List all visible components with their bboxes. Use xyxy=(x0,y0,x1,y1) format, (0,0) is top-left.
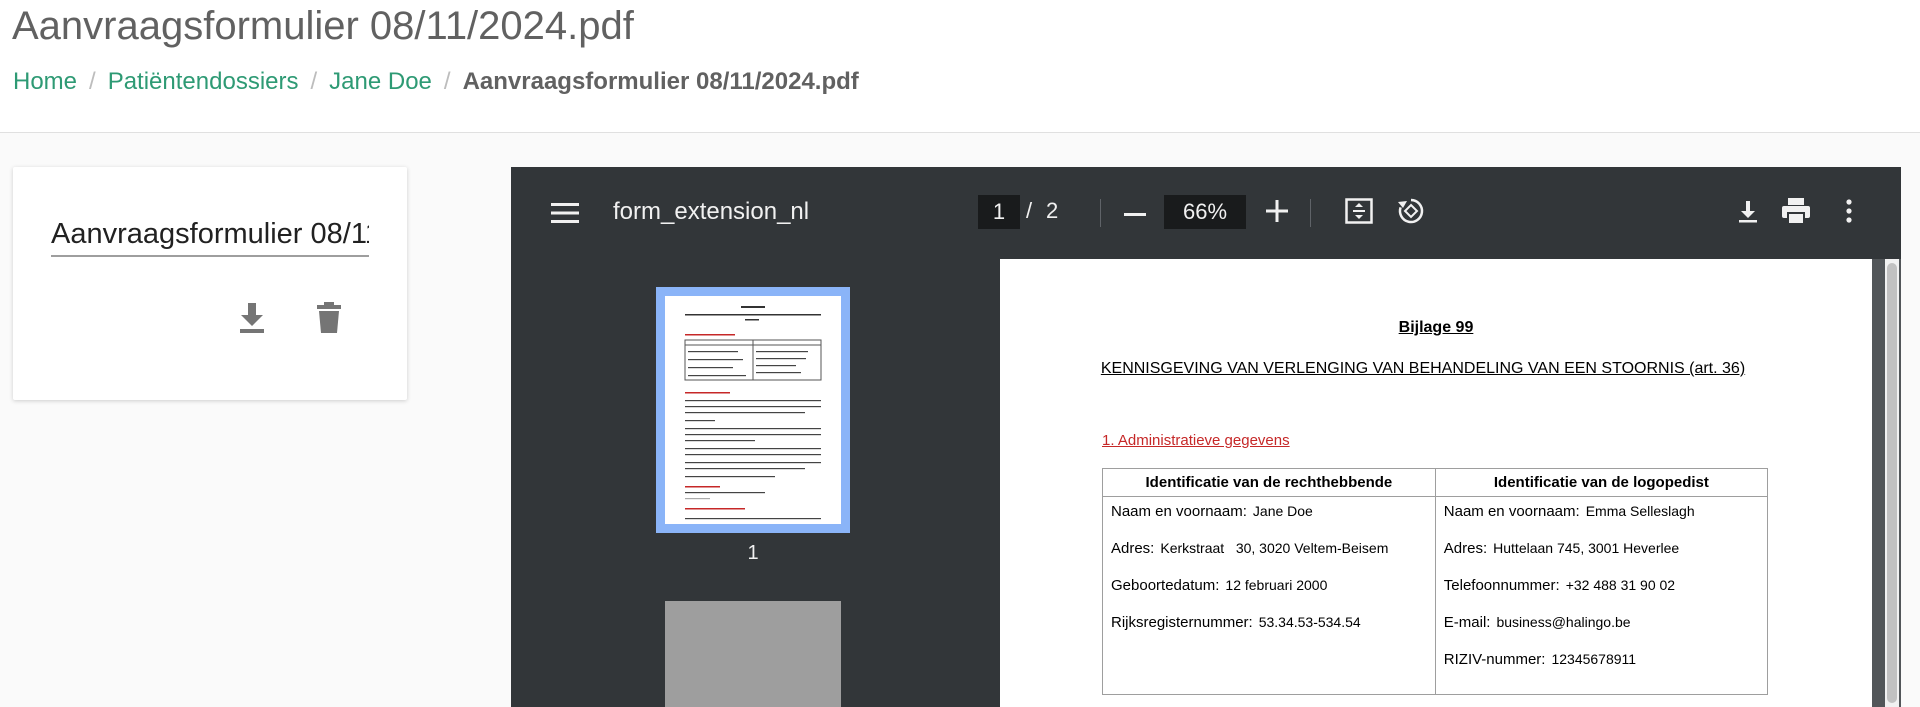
breadcrumb-patient[interactable]: Jane Doe xyxy=(329,68,432,96)
minus-icon xyxy=(1124,204,1146,222)
zoom-level[interactable]: 66% xyxy=(1164,195,1246,229)
breadcrumb: Home / Patiëntendossiers / Jane Doe / Aa… xyxy=(13,68,859,96)
pdf-toolbar: form_extension_nl / 2 66% xyxy=(511,167,1901,259)
scrollbar-thumb[interactable] xyxy=(1887,263,1897,703)
more-vert-icon xyxy=(1846,198,1852,228)
table-row: E-mail: business@halingo.be xyxy=(1443,614,1631,631)
print-button[interactable] xyxy=(1776,193,1816,233)
page-thumbnail-2[interactable] xyxy=(665,601,841,707)
document-page: Bijlage 99 KENNISGEVING VAN VERLENGING V… xyxy=(1000,259,1872,707)
pdf-viewer: form_extension_nl / 2 66% xyxy=(511,167,1901,707)
more-options-button[interactable] xyxy=(1831,193,1867,233)
print-icon xyxy=(1781,197,1811,230)
thumbnail-preview xyxy=(665,296,841,524)
document-heading: KENNISGEVING VAN VERLENGING VAN BEHANDEL… xyxy=(1100,360,1746,377)
table-row: Adres: Kerkstraat 30, 3020 Veltem-Beisem xyxy=(1111,540,1389,557)
table-header-left: Identificatie van de rechthebbende xyxy=(1102,468,1436,497)
download-icon xyxy=(1737,199,1759,228)
trash-icon xyxy=(315,301,343,340)
breadcrumb-current: Aanvraagsformulier 08/11/2024.pdf xyxy=(462,68,859,95)
breadcrumb-home[interactable]: Home xyxy=(13,68,77,96)
breadcrumb-separator: / xyxy=(310,68,318,95)
table-row: RIZIV-nummer: 12345678911 xyxy=(1443,651,1637,668)
document-annex-title: Bijlage 99 xyxy=(1398,319,1474,336)
section-heading: 1. Administratieve gegevens xyxy=(1102,432,1290,449)
download-button[interactable] xyxy=(232,300,272,340)
page-thumbnail[interactable] xyxy=(656,287,850,533)
toolbar-divider xyxy=(1100,199,1101,227)
table-row: Adres: Huttelaan 745, 3001 Heverlee xyxy=(1443,540,1680,557)
breadcrumb-patient-files[interactable]: Patiëntendossiers xyxy=(108,68,299,96)
file-card xyxy=(13,167,407,400)
toolbar-divider xyxy=(1310,199,1311,227)
rotate-button[interactable] xyxy=(1391,193,1431,233)
zoom-out-button[interactable] xyxy=(1117,195,1153,231)
download-icon xyxy=(237,301,267,340)
file-name-input[interactable] xyxy=(51,213,369,257)
identification-table: Identificatie van de rechthebbende Ident… xyxy=(1102,468,1769,695)
thumbnail-content xyxy=(684,306,822,520)
beneficiary-cell: Naam en voornaam: Jane Doe Adres: Kerkstra… xyxy=(1102,496,1436,695)
delete-button[interactable] xyxy=(309,300,349,340)
plus-icon xyxy=(1266,199,1288,227)
table-row: Telefoonnummer: +32 488 31 90 02 xyxy=(1443,577,1676,594)
pdf-download-button[interactable] xyxy=(1728,193,1768,233)
table-row: Naam en voornaam: Jane Doe xyxy=(1111,503,1313,520)
page-separator: / xyxy=(1026,198,1033,223)
table-row: Geboortedatum: 12 februari 2000 xyxy=(1111,577,1328,594)
rotate-icon xyxy=(1396,196,1426,231)
page-total: 2 xyxy=(1046,198,1059,223)
document-area: Bijlage 99 KENNISGEVING VAN VERLENGING V… xyxy=(1000,259,1901,707)
document-scrollbar[interactable] xyxy=(1885,259,1899,707)
table-header-right: Identificatie van de logopedist xyxy=(1434,468,1769,497)
thumbnail-sidebar: 1 xyxy=(511,259,1000,707)
breadcrumb-separator: / xyxy=(89,68,96,95)
therapist-cell: Naam en voornaam: Emma Selleslagh Adres: H… xyxy=(1434,496,1769,695)
fit-page-icon xyxy=(1345,197,1373,229)
menu-icon[interactable] xyxy=(547,195,583,231)
page-header: Aanvraagsformulier 08/11/2024.pdf Home /… xyxy=(0,0,1920,133)
table-row: Naam en voornaam: Emma Selleslagh xyxy=(1443,503,1695,520)
thumbnail-page-number: 1 xyxy=(747,542,759,564)
page-title: Aanvraagsformulier 08/11/2024.pdf xyxy=(12,4,634,48)
page-number-input[interactable] xyxy=(978,195,1020,229)
zoom-in-button[interactable] xyxy=(1259,195,1295,231)
breadcrumb-separator: / xyxy=(443,68,451,95)
fit-page-button[interactable] xyxy=(1339,193,1379,233)
pdf-doc-title: form_extension_nl xyxy=(613,198,810,225)
table-row: Rijksregisternummer: 53.34.53-534.54 xyxy=(1111,614,1361,631)
